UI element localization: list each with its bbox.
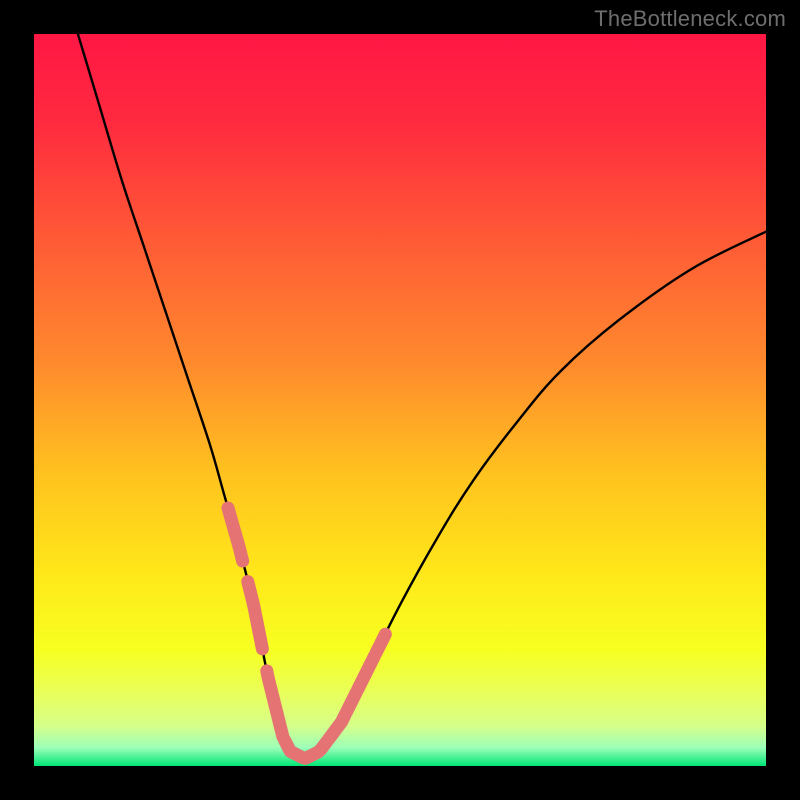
plot-background-gradient [34,34,766,766]
bottleneck-chart [0,0,800,800]
watermark-text: TheBottleneck.com [594,6,786,32]
chart-container: TheBottleneck.com [0,0,800,800]
